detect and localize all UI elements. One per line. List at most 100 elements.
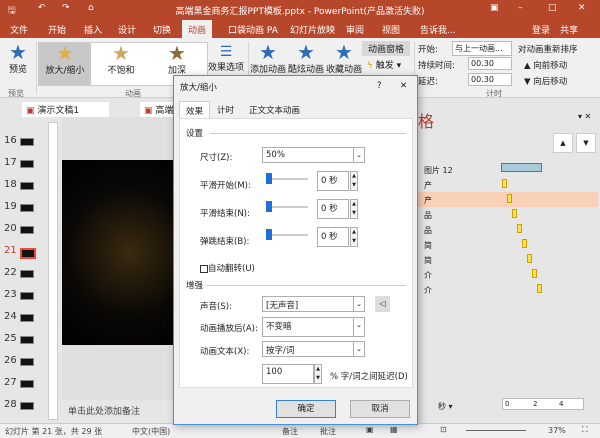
slide-thumbnail[interactable] <box>20 380 34 388</box>
language[interactable]: 中文(中国) <box>132 426 170 437</box>
slide-thumbnail[interactable] <box>20 402 34 410</box>
tab-text-animation[interactable]: 正文文本动画 <box>244 104 305 116</box>
slide-number[interactable]: 27 <box>4 377 17 388</box>
animation-item[interactable]: 介 <box>424 270 432 281</box>
slide-number[interactable]: 20 <box>4 223 17 234</box>
pane-close-icon[interactable]: ▾ ✕ <box>578 112 591 121</box>
notes-button[interactable]: 备注 <box>282 426 298 437</box>
cool-animation-button[interactable]: ★ 酷炫动画 <box>288 42 324 75</box>
slide-number[interactable]: 21 <box>4 245 17 256</box>
text-delay-input[interactable]: 100 <box>262 364 314 384</box>
slide-thumbnail[interactable] <box>20 138 34 146</box>
login-link[interactable]: 登录 <box>532 23 550 36</box>
slideshow-icon[interactable]: ⊡ <box>440 425 447 434</box>
slider-thumb[interactable] <box>266 201 272 212</box>
normal-view-icon[interactable]: ▣ <box>366 425 374 434</box>
slide-thumbnail[interactable] <box>20 292 34 300</box>
slide-number[interactable]: 28 <box>4 399 17 410</box>
tab-review[interactable]: 审阅 <box>346 23 364 36</box>
move-earlier-button[interactable]: ▲ 向前移动 <box>524 59 567 71</box>
slide-thumbnail[interactable] <box>20 182 34 190</box>
animation-item[interactable]: 简 <box>424 255 432 266</box>
move-down-button[interactable]: ▼ <box>576 133 596 153</box>
effect-darken[interactable]: ★ 加深 <box>151 43 203 76</box>
animation-item[interactable]: 介 <box>424 285 432 296</box>
move-up-button[interactable]: ▲ <box>553 133 573 153</box>
animation-item[interactable]: 品 <box>424 210 432 221</box>
zoom-slider[interactable] <box>466 430 526 431</box>
slide-thumbnail[interactable] <box>20 226 34 234</box>
animation-item[interactable]: 产 <box>424 180 432 191</box>
delay-input[interactable]: 00.30 <box>468 73 512 86</box>
close-icon[interactable]: ✕ <box>578 3 586 13</box>
slide-thumbnail[interactable] <box>20 160 34 168</box>
cancel-button[interactable]: 取消 <box>350 400 410 418</box>
bounce-end-input[interactable]: 0 秒 <box>317 227 349 247</box>
tab-file[interactable]: 文件 <box>10 23 28 36</box>
add-animation-button[interactable]: ★ 添加动画 <box>250 42 286 75</box>
start-select[interactable]: 与上一动画... <box>452 41 512 56</box>
tell-me-search[interactable]: 告诉我... <box>420 23 456 36</box>
slide-thumbnail[interactable] <box>20 358 34 366</box>
smooth-end-input[interactable]: 0 秒 <box>317 199 349 219</box>
sorter-view-icon[interactable]: ▦ <box>390 425 398 434</box>
minimize-icon[interactable]: – <box>518 3 523 13</box>
slide-number[interactable]: 19 <box>4 201 17 212</box>
size-input[interactable]: 50% <box>262 147 354 163</box>
effect-options-button[interactable]: ☰ 效果选项 <box>208 44 244 73</box>
ribbon-display-icon[interactable]: ▣ <box>490 3 499 13</box>
size-dropdown[interactable]: ⌄ <box>353 147 365 163</box>
zoom-level[interactable]: 37% <box>548 426 566 435</box>
seconds-dropdown[interactable]: 秒 ▾ <box>438 401 453 412</box>
animate-text-dropdown[interactable]: ⌄ <box>353 341 365 357</box>
animation-item[interactable]: 品 <box>424 225 432 236</box>
timeline-ruler[interactable]: 0 2 4 <box>502 398 584 410</box>
slide-thumbnail[interactable] <box>20 314 34 322</box>
effect-desaturate[interactable]: ★ 不饱和 <box>95 43 147 76</box>
slide-number[interactable]: 17 <box>4 157 17 168</box>
fit-icon[interactable]: ⛶ <box>582 425 588 435</box>
slide-thumbnail[interactable] <box>20 336 34 344</box>
preview-button[interactable]: ★ 预览 <box>4 42 32 75</box>
tab-home[interactable]: 开始 <box>48 23 66 36</box>
tab-design[interactable]: 设计 <box>118 23 136 36</box>
tab-insert[interactable]: 插入 <box>84 23 102 36</box>
smooth-end-slider[interactable] <box>266 201 308 212</box>
smooth-end-spinner[interactable]: ▲ ▼ <box>350 199 358 219</box>
slide-canvas[interactable] <box>62 160 175 345</box>
trigger-button[interactable]: ϟ 触发 ▾ <box>364 58 404 71</box>
tab-timing[interactable]: 计时 <box>212 104 239 116</box>
bounce-end-slider[interactable] <box>266 229 308 240</box>
comments-button[interactable]: 批注 <box>320 426 336 437</box>
animate-text-select[interactable]: 按字/词 <box>262 341 354 357</box>
slide-thumbnail[interactable] <box>20 248 36 259</box>
effect-zoom[interactable]: ★ 放大/缩小 <box>39 43 91 85</box>
move-later-button[interactable]: ▼ 向后移动 <box>524 75 567 87</box>
speaker-icon[interactable]: ◁ <box>375 296 390 312</box>
sound-select[interactable]: [无声音] <box>262 296 354 312</box>
slide-number[interactable]: 23 <box>4 289 17 300</box>
animation-item[interactable]: 图片 12 <box>424 165 453 176</box>
slide-number[interactable]: 22 <box>4 267 17 278</box>
bounce-end-spinner[interactable]: ▲ ▼ <box>350 227 358 247</box>
slide-thumbnail[interactable] <box>20 270 34 278</box>
duration-input[interactable]: 00.30 <box>468 57 512 70</box>
share-button[interactable]: 共享 <box>560 23 578 36</box>
slide-number[interactable]: 26 <box>4 355 17 366</box>
dialog-close-button[interactable]: ✕ <box>400 81 407 91</box>
tab-animations[interactable]: 动画 <box>182 20 213 38</box>
animation-item[interactable]: 简 <box>424 240 432 251</box>
thumbnail-scrollbar[interactable] <box>48 122 58 420</box>
slide-thumbnail[interactable] <box>20 204 34 212</box>
ok-button[interactable]: 确定 <box>276 400 336 418</box>
text-delay-spinner[interactable]: ▲ ▼ <box>314 364 322 384</box>
help-button[interactable]: ? <box>377 81 382 91</box>
tab-pocket-animation[interactable]: 口袋动画 PA <box>228 23 278 36</box>
tab-view[interactable]: 视图 <box>382 23 400 36</box>
auto-reverse-checkbox[interactable]: 自动翻转(U) <box>200 262 255 274</box>
favorite-animation-button[interactable]: ★ 收藏动画 <box>326 42 362 75</box>
animation-item[interactable]: 产 <box>424 195 432 206</box>
slide-number[interactable]: 25 <box>4 333 17 344</box>
slide-number[interactable]: 24 <box>4 311 17 322</box>
tab-slideshow[interactable]: 幻灯片放映 <box>290 23 335 36</box>
